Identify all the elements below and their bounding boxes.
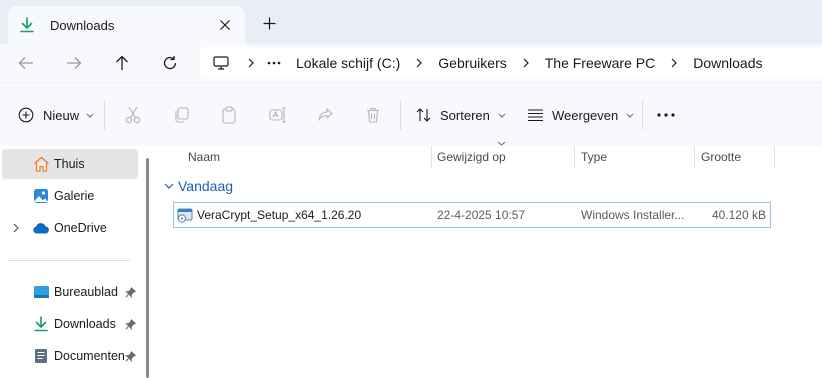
chevron-down-icon (498, 113, 506, 118)
chevron-right-icon[interactable] (515, 58, 537, 68)
document-icon (32, 347, 50, 365)
sort-label: Sorteren (440, 107, 490, 123)
chevron-down-icon (86, 113, 94, 118)
refresh-icon[interactable] (158, 52, 182, 74)
sort-indicator-icon (497, 141, 506, 146)
group-label: Vandaag (178, 178, 234, 194)
download-icon (32, 315, 50, 333)
sidebar-item-thuis[interactable]: Thuis (2, 149, 138, 179)
sidebar-item-onedrive[interactable]: OneDrive (2, 213, 138, 243)
column-divider[interactable] (574, 146, 575, 168)
copy-icon[interactable] (173, 105, 189, 125)
navigation-bar: Lokale schijf (C:) Gebruikers The Freewa… (0, 44, 822, 82)
tab-bar: Downloads (0, 0, 822, 44)
cut-icon[interactable] (125, 105, 141, 125)
navigation-pane: Thuis Galerie OneDrive Bureaublad Downlo… (0, 146, 148, 378)
gallery-icon (32, 187, 50, 205)
divider (104, 100, 105, 130)
chevron-down-icon[interactable] (164, 183, 174, 189)
view-list-icon (527, 108, 544, 122)
pin-icon[interactable] (124, 350, 136, 362)
paste-icon[interactable] (221, 105, 237, 125)
sidebar-scrollbar[interactable] (146, 158, 149, 378)
divider (400, 100, 401, 130)
file-row[interactable]: VeraCrypt_Setup_x64_1.26.20 22-4-2025 10… (173, 202, 771, 228)
view-label: Weergeven (552, 107, 619, 123)
file-name[interactable]: VeraCrypt_Setup_x64_1.26.20 (197, 203, 361, 227)
new-label: Nieuw (43, 107, 80, 123)
plus-circle-icon (18, 107, 34, 123)
more-options-icon[interactable] (657, 105, 675, 125)
column-divider[interactable] (694, 146, 695, 168)
column-header-size[interactable]: Grootte (701, 146, 741, 168)
close-icon[interactable] (215, 15, 235, 35)
column-header-modified[interactable]: Gewijzigd op (437, 146, 506, 168)
sidebar-item-documenten[interactable]: Documenten (2, 341, 138, 371)
command-bar: Nieuw Sorteren Weergeven (0, 82, 822, 146)
up-arrow-icon[interactable] (110, 52, 134, 74)
download-icon (18, 16, 36, 34)
sidebar-item-label: Bureaublad (54, 285, 118, 299)
sidebar-item-label: Documenten (54, 349, 125, 363)
divider (8, 260, 130, 261)
file-list: Naam Gewijzigd op Type Grootte Vandaag V… (152, 141, 822, 378)
chevron-down-icon (626, 113, 634, 118)
sidebar-item-label: Galerie (54, 189, 95, 203)
onedrive-cloud-icon (32, 219, 50, 237)
file-type: Windows Installer... (581, 208, 685, 222)
column-header-type[interactable]: Type (581, 146, 607, 168)
chevron-right-icon[interactable] (408, 58, 430, 68)
breadcrumb-item-current[interactable]: Downloads (693, 55, 762, 71)
pin-icon[interactable] (124, 318, 136, 330)
sort-button[interactable]: Sorteren (416, 105, 506, 125)
column-divider[interactable] (774, 146, 775, 168)
chevron-right-icon[interactable] (10, 222, 22, 234)
address-bar[interactable]: Lokale schijf (C:) Gebruikers The Freewa… (200, 47, 822, 79)
new-button[interactable]: Nieuw (18, 105, 94, 125)
chevron-right-icon (240, 58, 262, 68)
sidebar-item-downloads[interactable]: Downloads (2, 309, 138, 339)
more-locations-icon[interactable] (262, 61, 286, 65)
sidebar-item-label: Thuis (54, 157, 85, 171)
forward-arrow-icon[interactable] (62, 52, 86, 74)
view-button[interactable]: Weergeven (527, 105, 634, 125)
back-arrow-icon[interactable] (14, 52, 38, 74)
column-divider[interactable] (431, 146, 432, 168)
group-header[interactable]: Vandaag (164, 176, 233, 196)
sidebar-item-bureaublad[interactable]: Bureaublad (2, 277, 138, 307)
file-size: 40.120 kB (711, 208, 766, 222)
share-icon[interactable] (317, 105, 333, 125)
divider (642, 100, 643, 130)
column-header-name[interactable]: Naam (188, 146, 220, 168)
tab-downloads[interactable]: Downloads (8, 6, 245, 44)
home-icon (32, 155, 50, 173)
pin-icon[interactable] (124, 286, 136, 298)
sidebar-item-label: Downloads (54, 317, 116, 331)
breadcrumb-item[interactable]: Lokale schijf (C:) (296, 55, 400, 71)
sidebar-item-galerie[interactable]: Galerie (2, 181, 138, 211)
delete-icon[interactable] (366, 105, 380, 125)
installer-package-icon (177, 203, 193, 227)
breadcrumb-item[interactable]: Gebruikers (438, 55, 506, 71)
tab-title: Downloads (50, 17, 115, 33)
sidebar-item-label: OneDrive (54, 221, 107, 235)
rename-icon[interactable] (269, 105, 287, 125)
file-modified: 22-4-2025 10:57 (437, 208, 526, 222)
this-pc-icon[interactable] (212, 55, 230, 71)
desktop-icon (32, 283, 50, 301)
chevron-right-icon[interactable] (663, 58, 685, 68)
breadcrumb-item[interactable]: The Freeware PC (545, 55, 655, 71)
sort-icon (416, 107, 432, 123)
new-tab-icon[interactable] (259, 13, 279, 33)
